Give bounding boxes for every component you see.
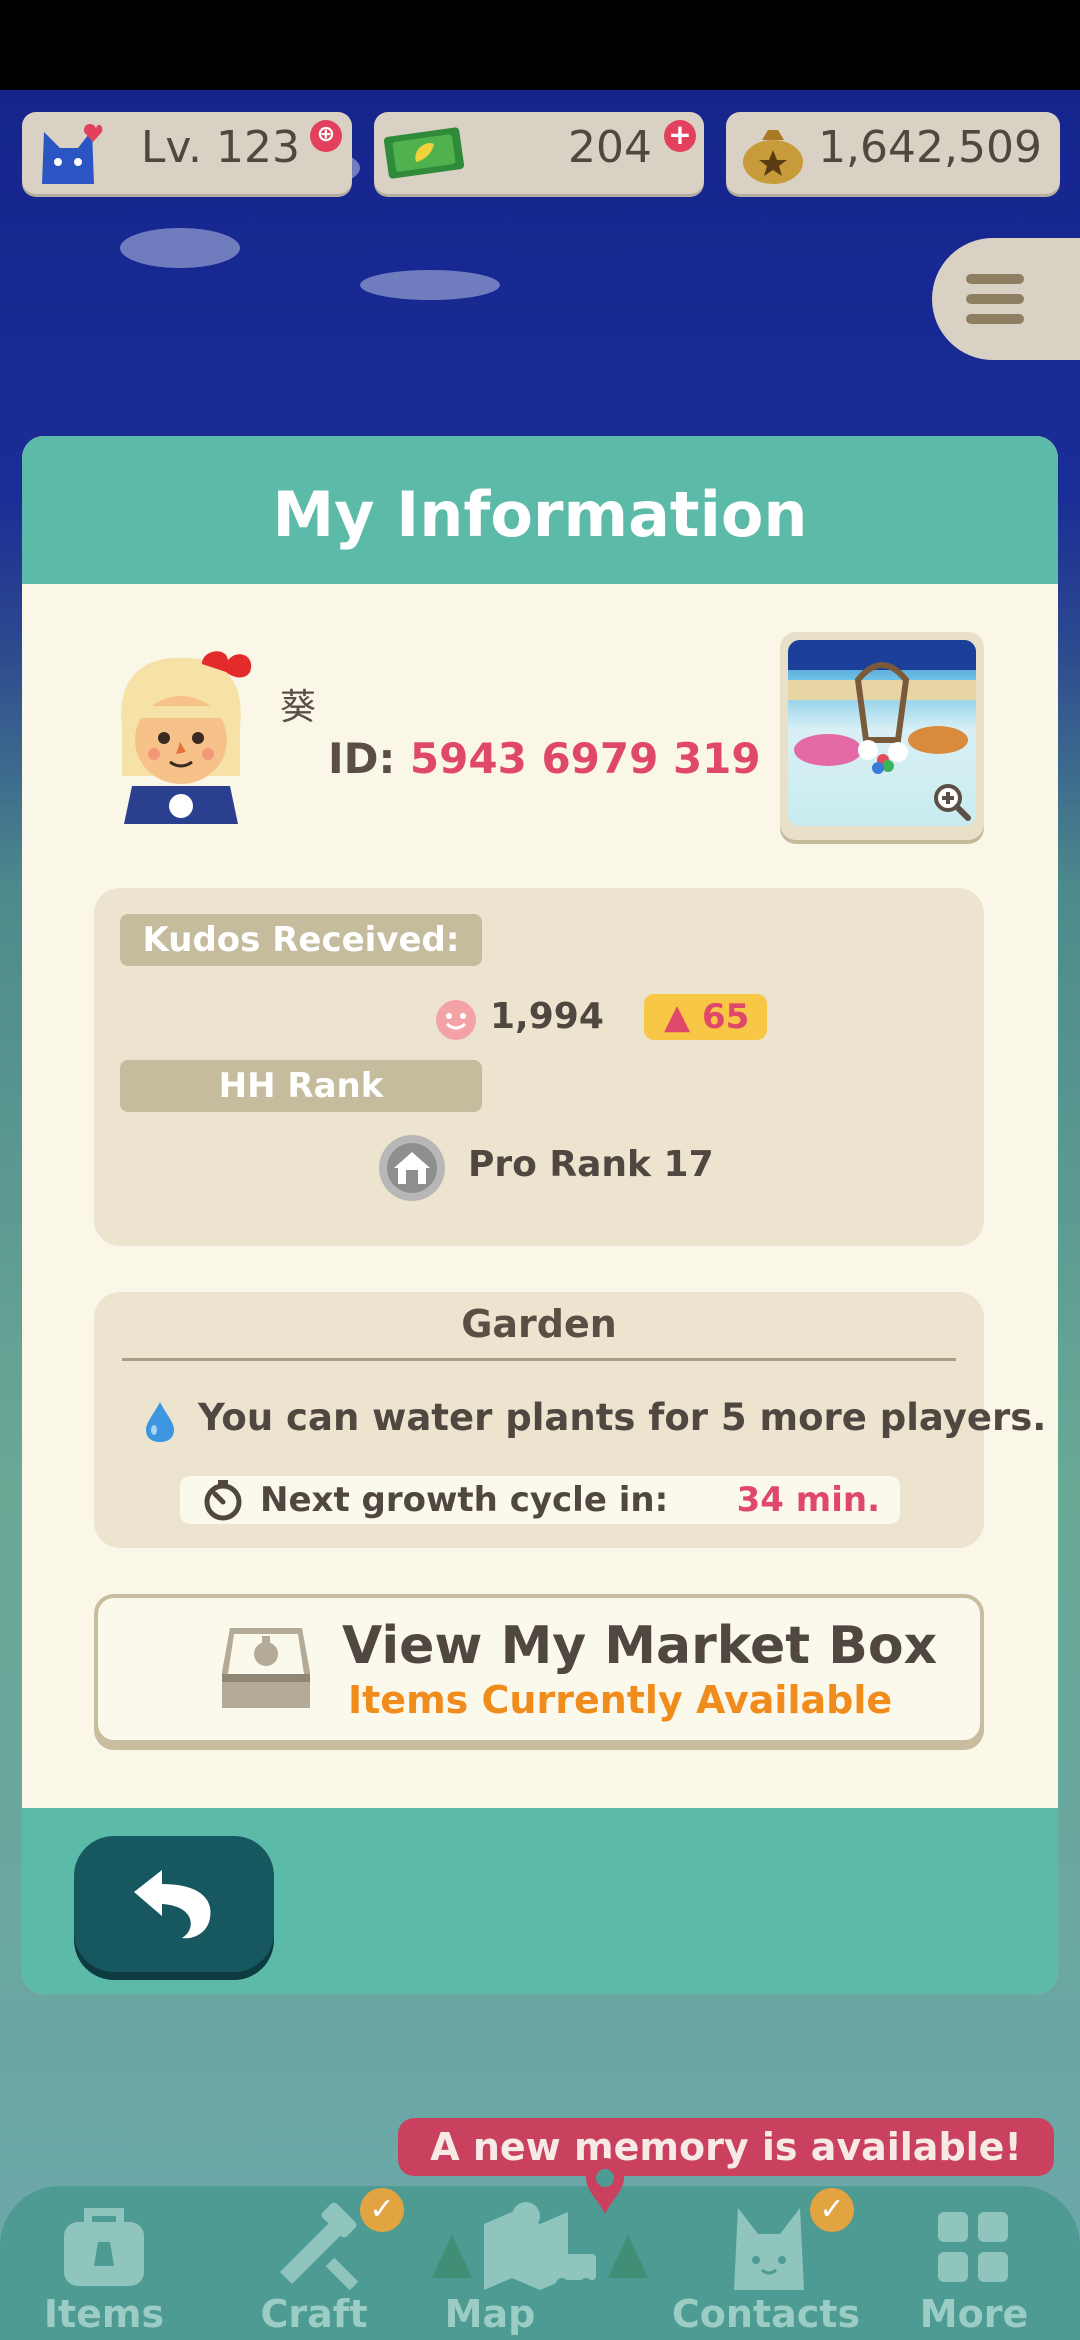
hh-rank-value: Pro Rank 17 — [468, 1144, 714, 1185]
bells-display: 1,642,509 — [726, 112, 1060, 194]
my-information-dialog: My Information 葵 ID: 5943 6979 319 Kudos… — [22, 436, 1058, 1994]
check-badge-icon: ✓ — [360, 2188, 404, 2232]
check-badge-icon: ✓ — [810, 2188, 854, 2232]
dialog-header: My Information — [22, 436, 1058, 584]
menu-button[interactable] — [932, 238, 1080, 360]
grid-icon — [938, 2212, 1008, 2282]
cat-heart-icon — [42, 124, 103, 184]
bottom-nav: Items ✓ Craft Map ✓ Contacts More — [0, 2158, 1080, 2340]
add-leaf-tickets-button[interactable]: + — [664, 120, 696, 152]
kudos-delta-badge: ▲ 65 — [644, 994, 768, 1040]
nav-label-contacts: Contacts — [671, 2292, 861, 2336]
nav-label-map: Map — [444, 2292, 536, 2336]
campsite-thumbnail[interactable] — [780, 632, 984, 840]
nav-label-items: Items — [43, 2292, 165, 2336]
memory-banner[interactable]: A new memory is available! — [398, 2118, 1054, 2176]
location-pin-icon — [586, 2158, 624, 2214]
leaf-ticket-display[interactable]: 204 + — [374, 112, 704, 194]
cloud — [120, 228, 240, 268]
bells-value: 1,642,509 — [818, 122, 1042, 173]
garden-title: Garden — [461, 1302, 617, 1346]
nav-map[interactable]: Map — [432, 2158, 648, 2340]
level-value: Lv. 123 — [140, 122, 300, 173]
view-market-box-button[interactable]: View My Market Box Items Currently Avail… — [94, 1594, 984, 1744]
cat-face-icon — [734, 2208, 804, 2290]
level-display[interactable]: Lv. 123 ⊕ — [22, 112, 352, 194]
status-bar — [0, 0, 1080, 90]
kudos-value: 1,994 — [490, 996, 604, 1037]
nav-more[interactable]: More — [884, 2186, 1064, 2340]
rank-medal-icon — [379, 1135, 445, 1201]
growth-cycle-value: 34 min. — [736, 1480, 880, 1520]
market-box-title: View My Market Box — [342, 1616, 938, 1676]
player-id-value: 5943 6979 319 — [409, 734, 761, 783]
player-id: ID: 5943 6979 319 — [328, 734, 761, 783]
leaf-ticket-icon — [384, 127, 464, 179]
hammer-saw-icon — [280, 2202, 359, 2291]
divider — [122, 1358, 956, 1361]
player-avatar — [121, 651, 252, 824]
player-name: 葵 — [280, 687, 317, 728]
growth-cycle-label: Next growth cycle in: — [260, 1480, 669, 1520]
zoom-in-icon[interactable] — [932, 782, 972, 822]
water-plants-text: You can water plants for 5 more players. — [198, 1396, 1047, 1439]
up-arrow-icon: ▲ — [664, 997, 691, 1037]
market-box-subtitle: Items Currently Available — [348, 1678, 893, 1722]
player-id-label: ID: — [328, 734, 396, 783]
garden-panel: Garden You can water plants for 5 more p… — [94, 1292, 1046, 1548]
menu-icon — [966, 274, 1024, 284]
bell-bag-icon — [743, 130, 803, 184]
back-button[interactable] — [74, 1836, 274, 1972]
back-arrow-icon — [134, 1870, 211, 1939]
nav-craft[interactable]: ✓ Craft — [224, 2186, 404, 2340]
nav-contacts[interactable]: ✓ Contacts — [672, 2186, 860, 2340]
timer-icon — [204, 1480, 242, 1521]
stats-panel: Kudos Received: 1,994 ▲ 65 HH Rank Pro R… — [94, 888, 984, 1246]
level-info-icon[interactable]: ⊕ — [310, 120, 342, 152]
smile-icon — [436, 1000, 476, 1040]
dialog-footer — [22, 1808, 1058, 1994]
growth-cycle-box: Next growth cycle in: 34 min. — [180, 1476, 900, 1524]
nav-label-craft: Craft — [260, 2292, 368, 2336]
dialog-title: My Information — [272, 478, 808, 551]
water-drop-icon — [146, 1402, 174, 1442]
bag-icon — [64, 2208, 144, 2286]
kudos-delta-value: 65 — [702, 997, 750, 1037]
nav-items[interactable]: Items — [14, 2186, 194, 2340]
kudos-label: Kudos Received: — [120, 914, 482, 966]
leaf-ticket-value: 204 — [568, 122, 652, 173]
menu-icon-bar — [966, 294, 1024, 304]
nav-label-more: More — [919, 2292, 1029, 2336]
market-box-icon — [222, 1628, 310, 1708]
cloud — [360, 270, 500, 300]
menu-icon-bar — [966, 314, 1024, 324]
hh-rank-label: HH Rank — [120, 1060, 482, 1112]
